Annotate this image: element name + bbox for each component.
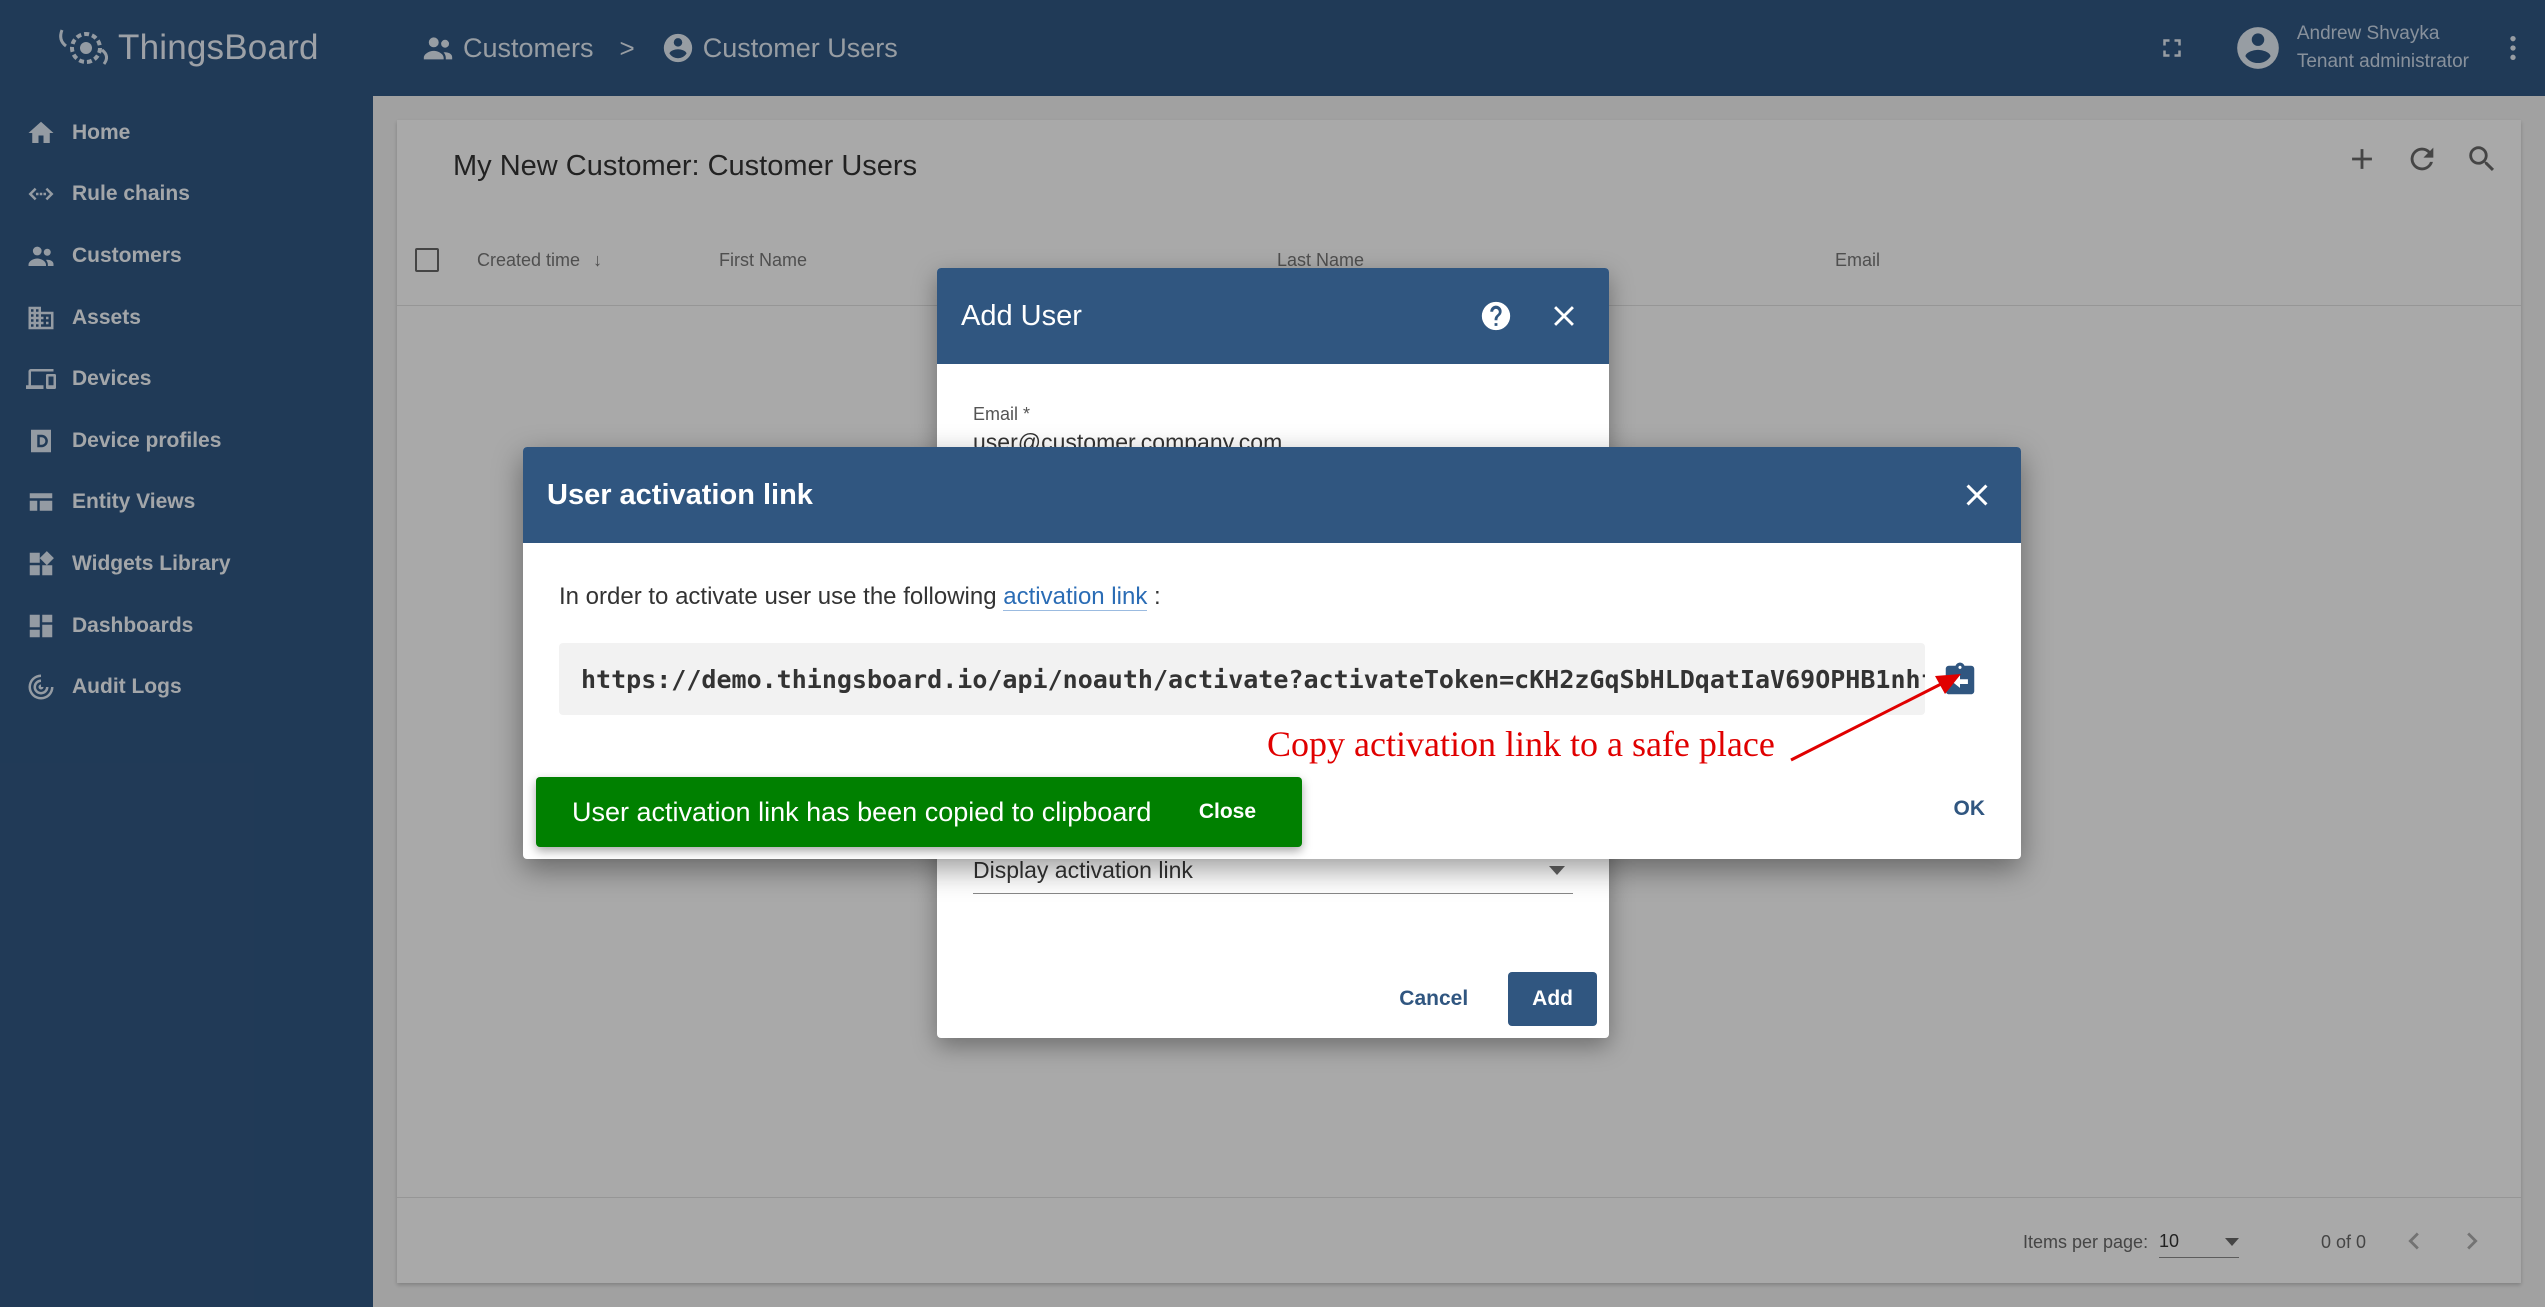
add-button[interactable]: Add (1508, 972, 1597, 1026)
activation-dialog-header: User activation link (523, 447, 2021, 543)
activation-url[interactable]: https://demo.thingsboard.io/api/noauth/a… (559, 643, 1925, 715)
help-icon[interactable] (1479, 299, 1513, 333)
annotation-arrow-icon (1790, 674, 1961, 762)
annotation-text: Copy activation link to a safe place (1267, 724, 1775, 764)
chevron-down-icon (1549, 866, 1565, 875)
snackbar-close-button[interactable]: Close (1199, 800, 1256, 824)
snackbar-message: User activation link has been copied to … (572, 796, 1152, 827)
dialog-title: User activation link (547, 478, 813, 511)
close-icon[interactable] (1959, 477, 1995, 513)
close-icon[interactable] (1547, 299, 1581, 333)
add-user-dialog-header: Add User (937, 268, 1609, 364)
cancel-button[interactable]: Cancel (1385, 973, 1482, 1025)
activation-instructions: In order to activate user use the follow… (559, 583, 1161, 611)
clipboard-snackbar: User activation link has been copied to … (536, 777, 1302, 847)
dialog-title: Add User (961, 299, 1082, 332)
ok-button[interactable]: OK (1954, 797, 1986, 821)
activation-link[interactable]: activation link (1003, 583, 1148, 611)
email-label: Email * (973, 404, 1031, 424)
add-user-actions: Cancel Add (1385, 972, 1597, 1026)
